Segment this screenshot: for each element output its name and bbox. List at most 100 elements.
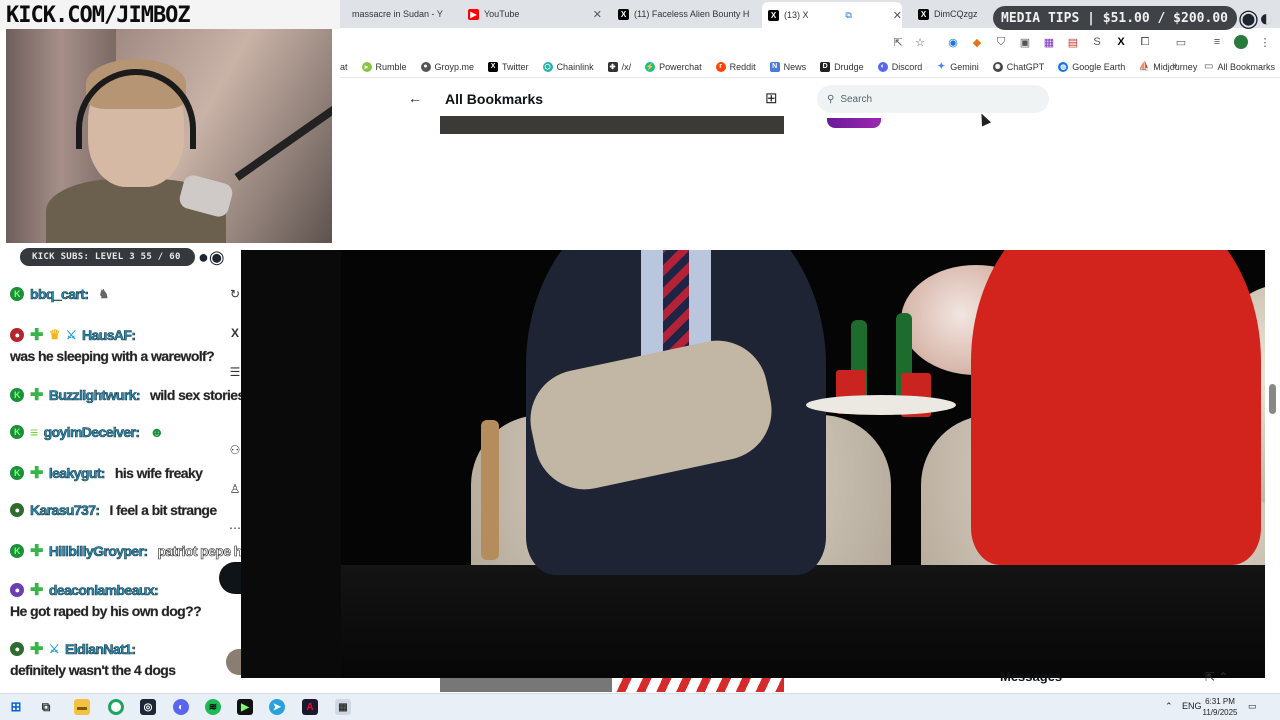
crown-badge-icon: ♛	[48, 327, 61, 342]
browser-tab[interactable]: massacre in Sudan - Y	[352, 4, 462, 24]
kick-badge-icon: K	[10, 544, 24, 558]
people-icon[interactable]: ⚇	[228, 443, 242, 457]
browser-toolbar: ⇱ ☆ ◉ ◆ ⛉ ▣ ▦ ▤ S X ⧠ ▭ ≡ ⋮	[340, 28, 1280, 56]
list-icon[interactable]: ☰	[228, 365, 242, 379]
language-indicator[interactable]: ENG	[1182, 701, 1202, 711]
bookmark-item[interactable]: r Reddit	[715, 61, 756, 72]
x-logo-icon[interactable]: X	[1114, 35, 1128, 49]
bookmark-item[interactable]: ✺ ChatGPT	[992, 61, 1044, 72]
browser-tab-active[interactable]: X (13) X ⧉ ✕	[762, 2, 902, 28]
chat-username[interactable]: bbq_cart:	[30, 286, 90, 303]
steam-icon[interactable]: ◎	[140, 699, 156, 715]
chat-username[interactable]: goyimDeceiver:	[43, 424, 140, 441]
add-folder-icon[interactable]: ⊞	[765, 89, 778, 107]
discord-icon[interactable]: ◐	[173, 699, 189, 715]
task-view-icon[interactable]: ⧉	[38, 699, 54, 715]
extension-icon[interactable]: ▣	[1018, 35, 1032, 49]
chat-username[interactable]: HausAF:	[82, 327, 137, 344]
bookmark-label: Gemini	[950, 61, 979, 72]
obs-icon[interactable]: A	[302, 699, 318, 715]
metamask-icon[interactable]: ◆	[970, 35, 984, 49]
post-button[interactable]	[219, 562, 243, 594]
all-bookmarks-folder[interactable]: ▭ All Bookmarks	[1204, 61, 1275, 72]
bookmark-item[interactable]: ✦ Gemini	[936, 61, 979, 72]
bookmark-thumbnail[interactable]	[440, 116, 784, 134]
chat-username[interactable]: leakygut:	[49, 465, 106, 482]
extension-icon[interactable]: ◉	[946, 35, 960, 49]
person-icon[interactable]: ♙	[228, 482, 242, 496]
x-logo-icon: X	[768, 9, 779, 21]
close-icon[interactable]: ✕	[589, 8, 602, 21]
chevron-right-icon[interactable]: »	[1172, 60, 1178, 71]
plus-badge-icon: ✚	[30, 387, 43, 404]
file-explorer-icon[interactable]: ▬	[74, 699, 90, 715]
install-app-icon[interactable]: ⇱	[891, 35, 905, 49]
telegram-icon[interactable]: ➤	[269, 699, 285, 715]
sidebar-icon[interactable]: ▭	[1174, 35, 1188, 49]
bookmark-item[interactable]: ◐ Discord	[877, 61, 922, 72]
chat-username[interactable]: HillbillyGroyper:	[49, 543, 149, 560]
bookmark-item[interactable]: at	[340, 62, 348, 72]
extension-icon[interactable]: S	[1090, 35, 1104, 49]
extension-icon[interactable]: ▦	[1042, 35, 1056, 49]
scrollbar[interactable]	[1269, 384, 1276, 414]
og-badge-icon: ●	[10, 503, 24, 517]
extension-icon[interactable]: ▤	[1066, 35, 1080, 49]
reddit-icon: r	[715, 61, 726, 72]
browser-tab[interactable]: X DimCQzgz	[912, 4, 982, 24]
chat-username[interactable]: Buzzlightwurk:	[49, 387, 141, 404]
shield-icon[interactable]: ⛉	[994, 35, 1008, 49]
video-feed	[241, 250, 1265, 678]
webcam-border	[332, 29, 340, 243]
discord-icon: ◐	[877, 61, 888, 72]
chat-username[interactable]: EldianNat1:	[65, 641, 137, 658]
chat-username[interactable]: Karasu737:	[30, 502, 101, 519]
browser-tab[interactable]: X (11) Faceless Alien Bounty H ✕	[612, 4, 752, 24]
picture-in-picture-icon[interactable]: ⧉	[845, 10, 851, 21]
browser-tab[interactable]: ▶ YouTube ✕	[462, 4, 602, 24]
tray-chevron-icon[interactable]: ⌃	[1165, 701, 1173, 712]
bookmark-item[interactable]: D Drudge	[820, 61, 864, 72]
bookmark-item[interactable]: ✤ /x/	[607, 61, 631, 72]
puzzle-icon[interactable]: ⧠	[1138, 35, 1152, 49]
avatar[interactable]	[1234, 35, 1248, 49]
bookmark-item[interactable]: ▸ Rumble	[361, 61, 407, 72]
bookmark-item[interactable]: X Twitter	[488, 61, 529, 72]
bookmark-thumbnail[interactable]	[612, 678, 784, 692]
messages-drawer[interactable]: Messages	[1000, 669, 1062, 684]
bookmark-item[interactable]: ⚡ Powerchat	[645, 61, 702, 72]
bookmark-label: Twitter	[502, 61, 529, 72]
bookmark-star-icon[interactable]: ☆	[913, 35, 927, 49]
close-icon[interactable]: ✕	[749, 8, 752, 21]
search-input[interactable]: ⚲ Search	[817, 85, 1049, 113]
expand-icon[interactable]: ⇱ ⌃	[1205, 670, 1228, 684]
page-title: All Bookmarks	[445, 91, 544, 107]
emote-icon: ☻	[149, 424, 164, 440]
bookmark-item[interactable]: ⛵ Midjourney	[1139, 61, 1197, 72]
chat-username[interactable]: deaconlambeaux:	[49, 582, 159, 599]
notification-icon[interactable]: ▭	[1248, 701, 1257, 712]
refresh-icon[interactable]: ↻	[228, 287, 242, 301]
windows-start-icon[interactable]: ⊞	[8, 699, 24, 715]
menu-lines-icon[interactable]: ≡	[1210, 35, 1224, 49]
chat-message-text: definitely wasn't the 4 dogs	[10, 662, 176, 678]
back-arrow-icon[interactable]: ←	[408, 90, 422, 106]
powerchat-icon: ⚡	[645, 61, 656, 72]
bookmark-item[interactable]: ◍ Google Earth	[1058, 61, 1125, 72]
chrome-icon[interactable]	[108, 699, 124, 715]
bookmark-thumbnail[interactable]	[440, 678, 612, 692]
system-clock[interactable]: 6:31 PM 11/9/2025	[1200, 696, 1240, 718]
sidebar-thumbnail[interactable]	[827, 118, 881, 128]
bookmark-item[interactable]: ⬡ Chainlink	[542, 61, 594, 72]
more-icon[interactable]: ⋯	[228, 521, 242, 535]
chat-message-text: was he sleeping with a warewolf?	[10, 348, 215, 364]
stage-floor	[341, 565, 1265, 678]
kebab-menu-icon[interactable]: ⋮	[1258, 35, 1272, 49]
close-icon[interactable]: ✕	[889, 9, 902, 22]
app-icon[interactable]: ▦	[335, 699, 351, 715]
bookmark-item[interactable]: N News	[769, 61, 806, 72]
bookmark-item[interactable]: ● Groyp.me	[420, 61, 474, 72]
x-logo-icon[interactable]: X	[228, 326, 242, 340]
spotify-icon[interactable]: ≋	[205, 699, 221, 715]
terminal-icon[interactable]: ▶	[237, 699, 253, 715]
